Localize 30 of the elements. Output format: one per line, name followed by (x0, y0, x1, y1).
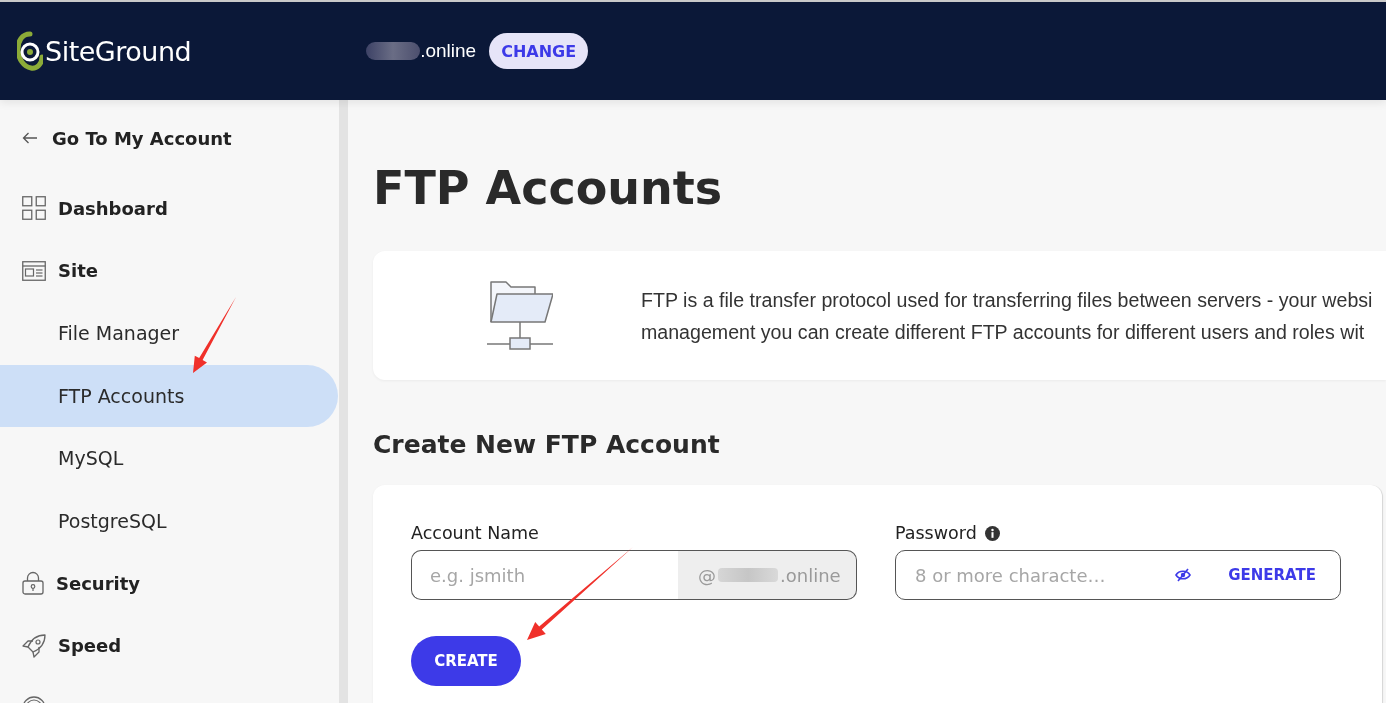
info-icon[interactable] (984, 525, 1000, 541)
section-heading: Create New FTP Account (373, 429, 721, 461)
eye-slash-icon[interactable] (1175, 568, 1191, 582)
grid-icon (22, 196, 46, 221)
nav-subitem[interactable]: FTP Accounts (0, 364, 338, 427)
rocket-icon (22, 633, 46, 658)
field-label: Account Name (411, 523, 539, 543)
create-button[interactable]: CREATE (411, 636, 521, 686)
info-description: FTP is a file transfer protocol used for transferring files between servers - your websi management you can create different FTP accounts for different users and roles wit (641, 287, 1373, 345)
domain-name: .online (420, 40, 477, 62)
change-button[interactable]: CHANGE (489, 33, 589, 69)
logo-text: SiteGround (45, 35, 192, 67)
nav-subitem[interactable]: MySQL (0, 427, 338, 490)
nav-subitem[interactable]: File Manager (0, 302, 338, 365)
nav-item[interactable]: Security (0, 552, 338, 615)
nav-item[interactable]: Speed (0, 614, 338, 677)
nav-subitem[interactable]: PostgreSQL (0, 489, 338, 552)
nav-item[interactable]: Dashboard (0, 177, 338, 240)
nav-item[interactable]: Site (0, 239, 338, 302)
folder-network-icon (487, 279, 553, 352)
field-label: Password (895, 523, 977, 543)
browser-window-icon (22, 260, 46, 281)
sidebar-scrollbar[interactable] (339, 100, 348, 703)
generate-button[interactable]: GENERATE (1228, 565, 1316, 585)
padlock-icon (22, 571, 44, 596)
swirl-logo-icon (17, 31, 43, 71)
arrow-left-icon (22, 132, 38, 144)
page-title: FTP Accounts (373, 160, 724, 217)
blurred-text-block (366, 42, 421, 60)
back-link[interactable]: Go To My Account (0, 107, 338, 169)
